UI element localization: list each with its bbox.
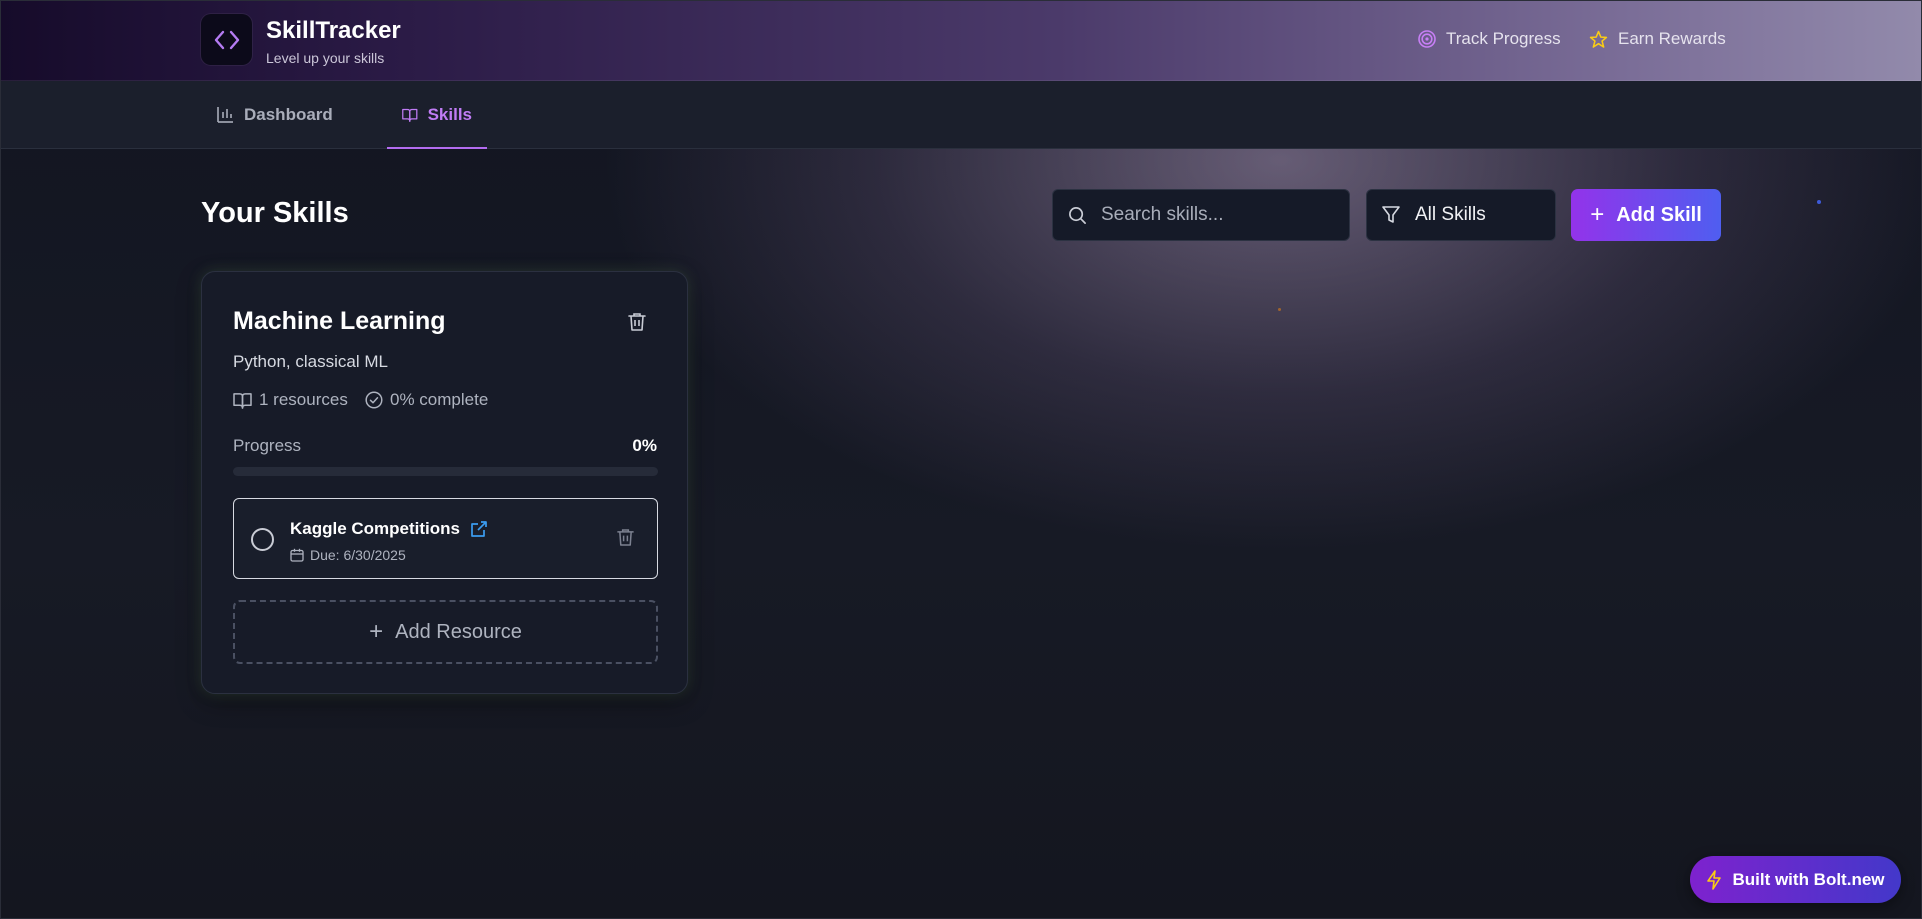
plus-icon: + — [1590, 201, 1605, 228]
calendar-icon — [290, 548, 304, 562]
track-progress-link[interactable]: Track Progress — [1418, 29, 1561, 49]
resources-count: 1 resources — [233, 390, 348, 410]
skill-card: Machine Learning Python, classical ML 1 … — [201, 271, 688, 694]
progress-value: 0% — [632, 436, 657, 455]
page-title: Your Skills — [201, 197, 349, 229]
check-circle-icon — [365, 391, 383, 409]
badge-label: Built with Bolt.new — [1732, 869, 1885, 889]
resources-count-label: 1 resources — [259, 390, 348, 409]
resource-item: Kaggle Competitions Due: 6/30/2025 — [233, 498, 658, 579]
book-icon — [233, 392, 252, 409]
skill-title: Machine Learning — [233, 307, 446, 335]
search-icon — [1069, 206, 1086, 224]
decorative-dot — [1817, 200, 1821, 204]
skill-description: Python, classical ML — [233, 352, 388, 371]
bar-chart-icon — [217, 107, 233, 123]
skills-filter-select[interactable]: All Skills — [1366, 189, 1556, 241]
earn-rewards-link[interactable]: Earn Rewards — [1589, 29, 1726, 49]
lightning-icon — [1707, 869, 1722, 890]
target-icon — [1418, 30, 1436, 48]
trash-icon — [628, 313, 646, 331]
delete-resource-button[interactable] — [617, 528, 634, 552]
built-with-bolt-badge[interactable]: Built with Bolt.new — [1690, 856, 1901, 903]
plus-icon: + — [369, 618, 384, 645]
tab-skills[interactable]: Skills — [387, 81, 487, 149]
track-progress-label: Track Progress — [1446, 29, 1561, 48]
tab-dashboard-label: Dashboard — [244, 105, 333, 124]
search-box — [1052, 189, 1350, 241]
resource-name: Kaggle Competitions — [290, 519, 461, 538]
brand-title: SkillTracker — [266, 17, 401, 44]
search-input[interactable] — [1101, 204, 1331, 226]
add-resource-button[interactable]: + Add Resource — [233, 600, 658, 664]
completion-status: 0% complete — [365, 390, 488, 410]
resource-complete-toggle[interactable] — [251, 528, 274, 551]
decorative-dot — [1278, 308, 1281, 311]
delete-skill-button[interactable] — [628, 312, 646, 337]
tab-dashboard[interactable]: Dashboard — [201, 81, 348, 149]
external-link-icon — [471, 521, 487, 537]
filter-label: All Skills — [1415, 204, 1486, 225]
earn-rewards-label: Earn Rewards — [1618, 29, 1726, 48]
resource-link[interactable]: Kaggle Competitions — [290, 519, 488, 539]
trash-icon — [617, 529, 634, 546]
main-nav: Dashboard Skills — [0, 81, 1922, 149]
progress-label: Progress — [233, 436, 302, 455]
brand-subtitle: Level up your skills — [266, 50, 385, 66]
tab-skills-label: Skills — [427, 105, 472, 124]
resource-due-date: Due: 6/30/2025 — [290, 547, 406, 563]
star-icon — [1589, 30, 1608, 48]
add-skill-label: Add Skill — [1616, 203, 1702, 226]
logo[interactable] — [201, 14, 252, 65]
add-skill-button[interactable]: + Add Skill — [1571, 189, 1721, 241]
resource-due-label: Due: 6/30/2025 — [310, 547, 406, 563]
filter-icon — [1382, 206, 1400, 223]
app-header: SkillTracker Level up your skills Track … — [0, 0, 1922, 81]
book-open-icon — [402, 108, 418, 122]
add-resource-label: Add Resource — [395, 620, 522, 643]
completion-label: 0% complete — [390, 390, 489, 409]
progress-bar — [233, 467, 658, 476]
code-icon — [214, 30, 239, 49]
